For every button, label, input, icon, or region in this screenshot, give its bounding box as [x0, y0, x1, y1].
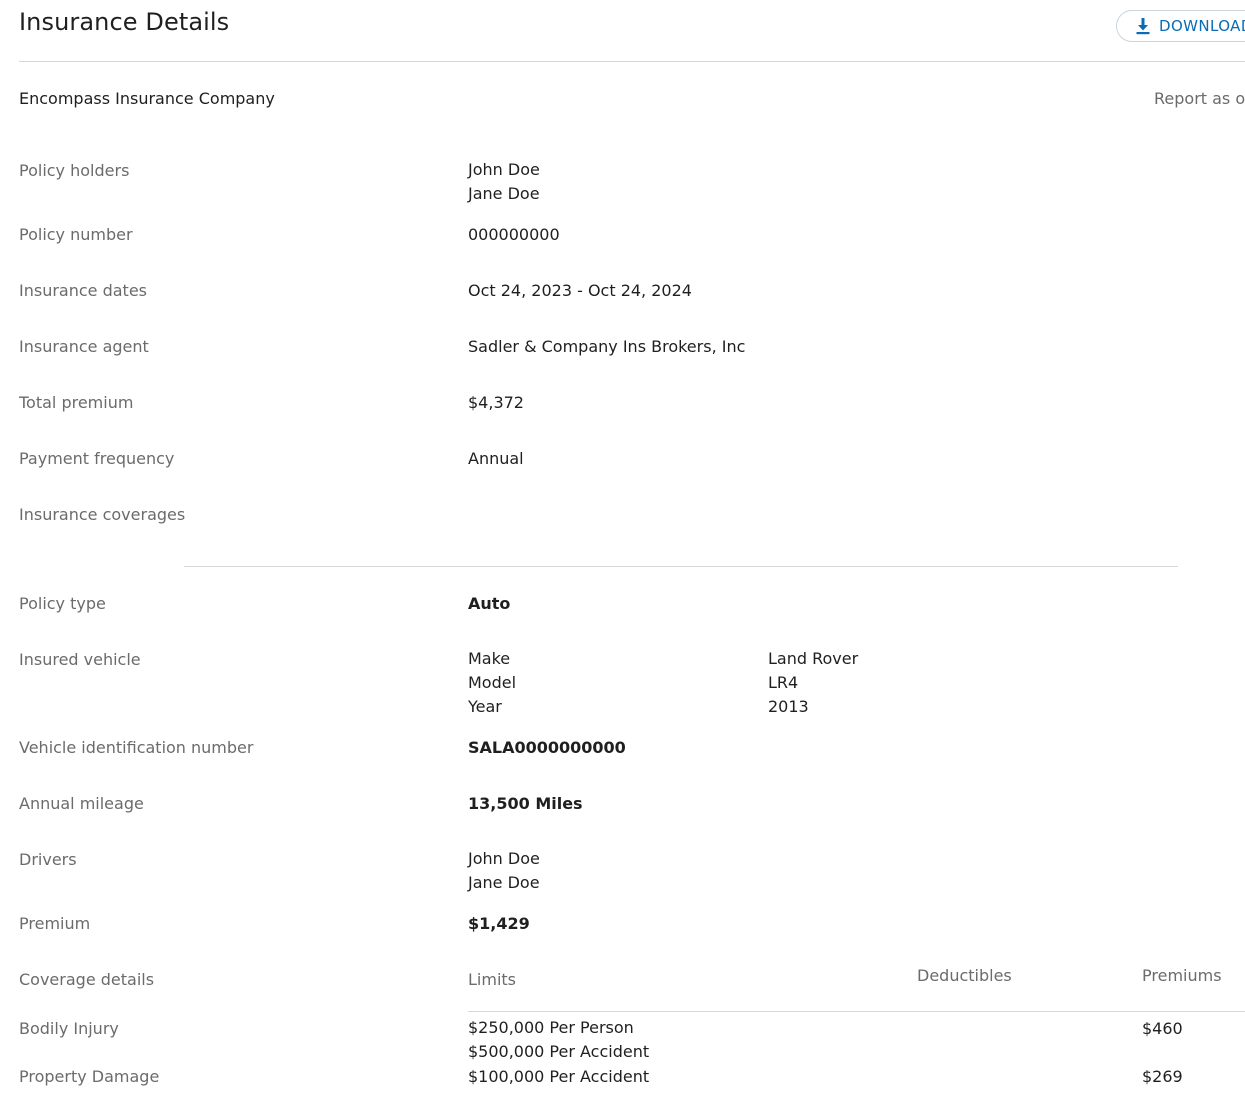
insured-vehicle-label: Insured vehicle — [19, 650, 141, 669]
drivers-label: Drivers — [19, 850, 77, 869]
insurer-name: Encompass Insurance Company — [19, 89, 275, 108]
coverage-row-premium: $460 — [1142, 1019, 1183, 1038]
vin-label: Vehicle identification number — [19, 738, 254, 757]
policy-holder: John Doe — [468, 160, 540, 179]
vehicle-model-value: LR4 — [768, 673, 799, 692]
driver-name: John Doe — [468, 849, 540, 868]
total-premium-value: $4,372 — [468, 393, 524, 412]
coverage-divider — [184, 566, 1178, 567]
vehicle-year-label: Year — [468, 697, 502, 716]
page-title: Insurance Details — [19, 8, 230, 36]
drivers-list: John Doe Jane Doe — [468, 847, 540, 895]
coverage-details-label: Coverage details — [19, 970, 155, 989]
coverage-row-name: Bodily Injury — [19, 1019, 119, 1038]
vehicle-model-label: Model — [468, 673, 517, 692]
vehicle-make-label: Make — [468, 649, 511, 668]
annual-mileage-label: Annual mileage — [19, 794, 144, 813]
coverage-row-premium: $269 — [1142, 1067, 1183, 1086]
premium-label: Premium — [19, 914, 91, 933]
policy-holders-list: John Doe Jane Doe — [468, 158, 540, 206]
premiums-column-header: Premiums — [1142, 966, 1222, 985]
coverage-limit: $250,000 Per Person — [468, 1018, 634, 1037]
driver-name: Jane Doe — [468, 873, 540, 892]
coverage-limit: $100,000 Per Accident — [468, 1067, 650, 1086]
total-premium-label: Total premium — [19, 393, 134, 412]
policy-type-value: Auto — [468, 594, 511, 613]
coverage-table-divider — [468, 1011, 1245, 1012]
annual-mileage-value: 13,500 Miles — [468, 794, 583, 813]
report-as-of: Report as of — [1154, 89, 1245, 108]
policy-number-value: 000000000 — [468, 225, 560, 244]
payment-frequency-value: Annual — [468, 449, 524, 468]
coverage-row-limits: $250,000 Per Person $500,000 Per Acciden… — [468, 1016, 649, 1064]
insurance-dates-value: Oct 24, 2023 - Oct 24, 2024 — [468, 281, 692, 300]
insurance-dates-label: Insurance dates — [19, 281, 147, 300]
deductibles-column-header: Deductibles — [917, 966, 1012, 985]
policy-holder: Jane Doe — [468, 184, 540, 203]
vin-value: SALA0000000000 — [468, 738, 626, 757]
policy-holders-label: Policy holders — [19, 161, 130, 180]
vehicle-field-values: Land Rover LR4 2013 — [768, 647, 858, 719]
insurance-agent-value: Sadler & Company Ins Brokers, Inc — [468, 337, 746, 356]
download-button-label: DOWNLOAD — [1159, 17, 1245, 35]
vehicle-field-labels: Make Model Year — [468, 647, 516, 719]
insurance-agent-label: Insurance agent — [19, 337, 149, 356]
policy-number-label: Policy number — [19, 225, 133, 244]
policy-type-label: Policy type — [19, 594, 106, 613]
vehicle-year-value: 2013 — [768, 697, 809, 716]
coverage-limit: $500,000 Per Accident — [468, 1042, 650, 1061]
vehicle-make-value: Land Rover — [768, 649, 859, 668]
insurance-coverages-label: Insurance coverages — [19, 505, 186, 524]
download-icon — [1135, 17, 1151, 35]
payment-frequency-label: Payment frequency — [19, 449, 175, 468]
premium-value: $1,429 — [468, 914, 530, 933]
header-divider — [19, 61, 1245, 62]
limits-column-header: Limits — [468, 970, 516, 989]
download-button[interactable]: DOWNLOAD — [1116, 10, 1245, 42]
coverage-row-name: Property Damage — [19, 1067, 160, 1086]
